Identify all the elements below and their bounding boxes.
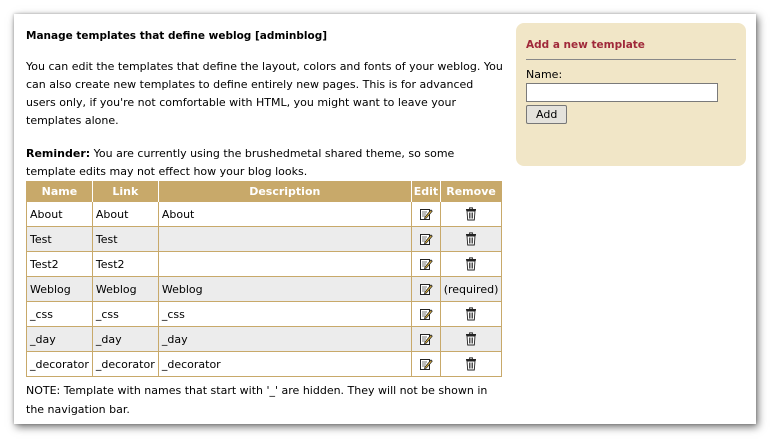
table-row: _css _css _css (26, 301, 502, 327)
edit-icon[interactable] (419, 282, 433, 296)
hidden-templates-note: NOTE: Template with names that start wit… (26, 384, 488, 416)
remove-cell (440, 351, 502, 377)
trash-icon[interactable] (464, 207, 478, 221)
templates-table: Name Link Description Edit Remove About A… (26, 181, 502, 377)
required-label: (required) (443, 282, 499, 296)
table-row: _day _day _day (26, 326, 502, 352)
column-header-link: Link (91, 181, 159, 202)
table-row: Weblog Weblog Weblog (required) (26, 276, 502, 302)
template-description-cell (157, 226, 412, 252)
edit-cell (410, 226, 442, 252)
template-name-cell[interactable]: About (26, 201, 93, 227)
template-link-cell[interactable]: About (91, 201, 159, 227)
remove-cell (440, 201, 502, 227)
template-link-cell[interactable]: _css (91, 301, 159, 327)
remove-cell (440, 326, 502, 352)
content-frame: Manage templates that define weblog [adm… (14, 14, 756, 424)
remove-cell: (required) (440, 276, 502, 302)
edit-icon[interactable] (419, 332, 433, 346)
edit-icon[interactable] (419, 207, 433, 221)
template-name-cell[interactable]: _day (26, 326, 93, 352)
template-link-cell[interactable]: _day (91, 326, 159, 352)
name-label: Name: (526, 68, 563, 81)
template-description-cell: _day (157, 326, 412, 352)
table-header-row: Name Link Description Edit Remove (26, 181, 502, 202)
reminder-body: You are currently using the brushedmetal… (26, 147, 455, 178)
add-template-title: Add a new template (526, 39, 645, 51)
edit-cell (410, 251, 442, 277)
template-description-cell (157, 251, 412, 277)
template-name-cell[interactable]: Test2 (26, 251, 93, 277)
main-content: Manage templates that define weblog [adm… (26, 26, 504, 419)
trash-icon[interactable] (464, 332, 478, 346)
template-name-cell[interactable]: _decorator (26, 351, 93, 377)
edit-cell (410, 201, 442, 227)
edit-cell (410, 351, 442, 377)
edit-cell (410, 276, 442, 302)
edit-icon[interactable] (419, 357, 433, 371)
column-header-edit: Edit (410, 181, 441, 202)
column-header-name: Name (26, 181, 93, 202)
reminder-label: Reminder: (26, 147, 91, 160)
template-name-input[interactable] (526, 83, 718, 102)
remove-cell (440, 251, 502, 277)
edit-icon[interactable] (419, 257, 433, 271)
template-name-cell[interactable]: Test (26, 226, 93, 252)
table-row: Test Test (26, 226, 502, 252)
reminder-text: Reminder: You are currently using the br… (26, 145, 504, 181)
add-template-panel: Add a new template Name: Add (516, 23, 746, 166)
template-description-cell: Weblog (157, 276, 412, 302)
edit-cell (410, 326, 442, 352)
trash-icon[interactable] (464, 257, 478, 271)
add-template-button[interactable]: Add (526, 105, 568, 124)
edit-icon[interactable] (419, 232, 433, 246)
template-link-cell[interactable]: Weblog (91, 276, 159, 302)
template-description-cell: _decorator (157, 351, 412, 377)
intro-text: You can edit the templates that define t… (26, 60, 503, 127)
template-description-cell: About (157, 201, 412, 227)
remove-cell (440, 301, 502, 327)
table-row: _decorator _decorator _decorator (26, 351, 502, 377)
column-header-remove: Remove (440, 181, 502, 202)
page-heading: Manage templates that define weblog [adm… (26, 30, 328, 42)
template-description-cell: _css (157, 301, 412, 327)
trash-icon[interactable] (464, 307, 478, 321)
table-row: Test2 Test2 (26, 251, 502, 277)
panel-divider (526, 59, 736, 60)
edit-cell (410, 301, 442, 327)
edit-icon[interactable] (419, 307, 433, 321)
table-row: About About About (26, 201, 502, 227)
template-link-cell[interactable]: Test2 (91, 251, 159, 277)
template-link-cell[interactable]: Test (91, 226, 159, 252)
template-name-cell[interactable]: _css (26, 301, 93, 327)
remove-cell (440, 226, 502, 252)
template-name-cell[interactable]: Weblog (26, 276, 93, 302)
trash-icon[interactable] (464, 232, 478, 246)
trash-icon[interactable] (464, 357, 478, 371)
column-header-description: Description (157, 181, 412, 202)
template-link-cell[interactable]: _decorator (91, 351, 159, 377)
